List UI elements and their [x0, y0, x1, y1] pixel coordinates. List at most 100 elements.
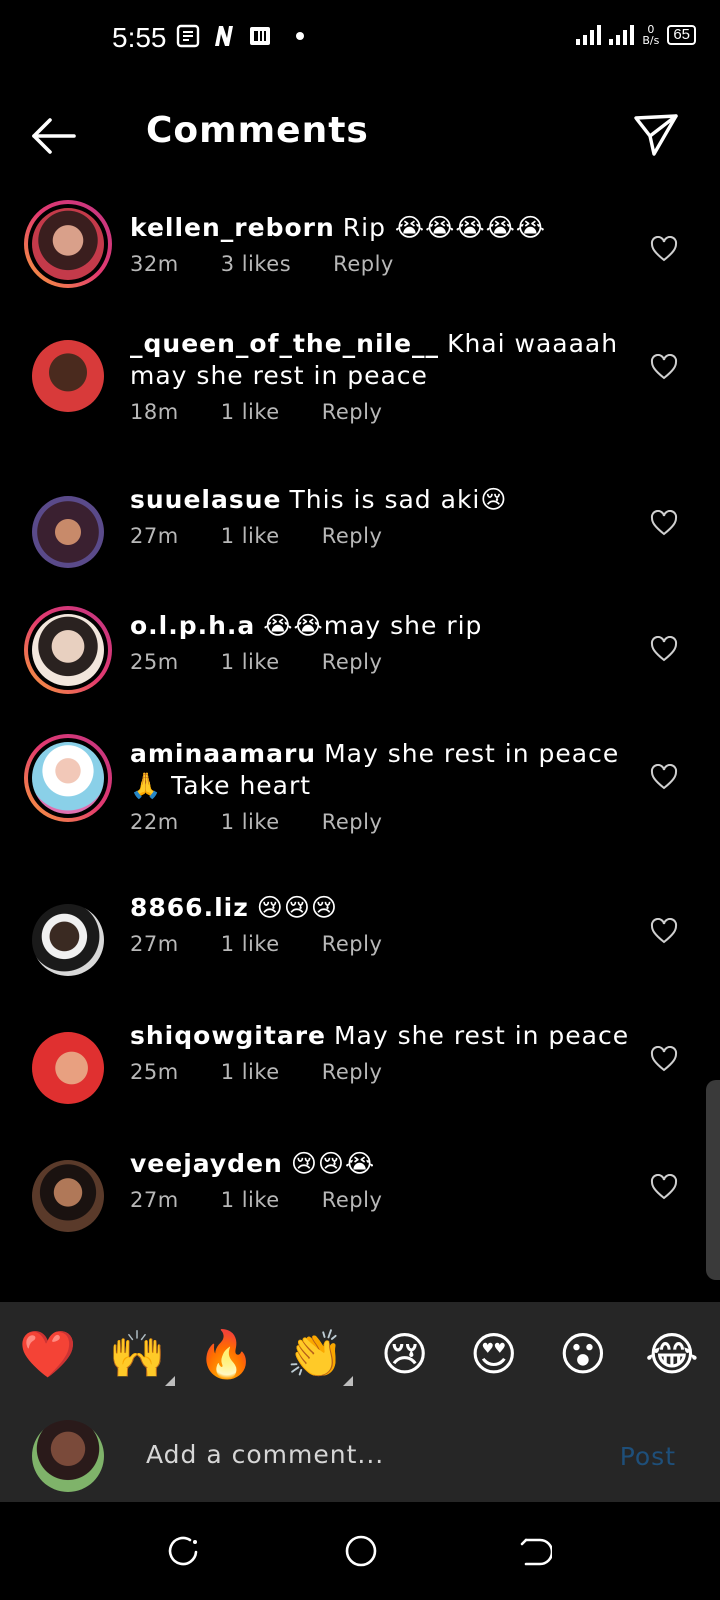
avatar — [32, 496, 104, 568]
reply-button[interactable]: Reply — [322, 810, 383, 834]
comment-username[interactable]: suuelasue — [130, 485, 282, 514]
scrollbar-thumb[interactable] — [706, 1080, 720, 1280]
avatar — [32, 208, 104, 280]
comment-likes[interactable]: 1 like — [221, 810, 280, 834]
comment-message: 😢😢😢 — [256, 893, 338, 922]
avatar — [32, 742, 104, 814]
heart-icon[interactable] — [650, 1046, 678, 1072]
comment-time: 22m — [130, 810, 179, 834]
comment-meta: 25m 1 like Reply — [130, 1060, 630, 1084]
comment-message: Rip 😭😭😭😭😭 — [342, 213, 546, 242]
heart-icon[interactable] — [650, 354, 678, 380]
avatar-wrapper[interactable] — [24, 332, 112, 420]
comment-meta: 22m 1 like Reply — [130, 810, 630, 834]
signal-icon — [576, 25, 602, 45]
heart-icon[interactable] — [650, 636, 678, 662]
notification-dot-icon — [296, 32, 304, 40]
avatar-wrapper[interactable] — [24, 1024, 112, 1112]
comment-text: shiqowgitare May she rest in peace — [130, 1020, 630, 1052]
comment-time: 25m — [130, 650, 179, 674]
avatar — [32, 904, 104, 976]
send-icon[interactable] — [632, 110, 680, 158]
emoji-crying-button[interactable]: 😢 — [373, 1322, 437, 1386]
comment-likes[interactable]: 1 like — [221, 650, 280, 674]
comment-text: aminaamaru May she rest in peace 🙏 Take h… — [130, 738, 630, 802]
status-bar: 5:55 0 B/s 65 — [0, 0, 720, 80]
heart-icon[interactable] — [650, 236, 678, 262]
reply-button[interactable]: Reply — [322, 650, 383, 674]
reply-button[interactable]: Reply — [333, 252, 394, 276]
header: Comments — [0, 100, 720, 172]
avatar — [32, 1160, 104, 1232]
home-icon[interactable] — [344, 1534, 378, 1568]
notes-icon — [176, 24, 200, 48]
comment-likes[interactable]: 1 like — [221, 1060, 280, 1084]
comment-username[interactable]: 8866.liz — [130, 893, 249, 922]
skin-tone-indicator-icon — [343, 1376, 354, 1386]
heart-icon[interactable] — [650, 1174, 678, 1200]
comment-likes[interactable]: 1 like — [221, 524, 280, 548]
comment-username[interactable]: veejayden — [130, 1149, 283, 1178]
arrow-left-icon[interactable] — [30, 114, 78, 158]
comment-message: 😭😭may she rip — [263, 611, 483, 640]
comment-likes[interactable]: 1 like — [221, 1188, 280, 1212]
composer-panel: ❤️ 🙌 🔥 👏 😢 😍 😮 😂 Add a comment... Post — [0, 1302, 720, 1502]
comment-username[interactable]: shiqowgitare — [130, 1021, 326, 1050]
system-nav-bar — [0, 1502, 720, 1600]
emoji-surprised-button[interactable]: 😮 — [551, 1322, 615, 1386]
comment-time: 32m — [130, 252, 179, 276]
pdf-app-icon — [250, 27, 270, 45]
heart-icon[interactable] — [650, 764, 678, 790]
comment-likes[interactable]: 1 like — [221, 932, 280, 956]
heart-icon[interactable] — [650, 510, 678, 536]
status-notification-icons — [176, 24, 304, 48]
emoji-clap: 👏 — [286, 1327, 345, 1381]
story-ring[interactable] — [24, 606, 112, 694]
emoji-laughing-button[interactable]: 😂 — [640, 1322, 704, 1386]
back-icon[interactable] — [520, 1536, 552, 1568]
comment-text: o.l.p.h.a 😭😭may she rip — [130, 610, 630, 642]
avatar-wrapper[interactable] — [24, 896, 112, 984]
reply-button[interactable]: Reply — [322, 1188, 383, 1212]
emoji-heart-button[interactable]: ❤️ — [16, 1322, 80, 1386]
heart-icon[interactable] — [650, 918, 678, 944]
avatar — [32, 340, 104, 412]
reply-button[interactable]: Reply — [322, 932, 383, 956]
reply-button[interactable]: Reply — [322, 1060, 383, 1084]
network-speed-unit: B/s — [642, 34, 660, 47]
emoji-raised-hands-button[interactable]: 🙌 — [105, 1322, 176, 1386]
reply-button[interactable]: Reply — [322, 400, 383, 424]
network-speed: 0 B/s — [642, 24, 659, 46]
comment-likes[interactable]: 3 likes — [221, 252, 291, 276]
reply-button[interactable]: Reply — [322, 524, 383, 548]
emoji-fire-button[interactable]: 🔥 — [194, 1322, 258, 1386]
comment-likes[interactable]: 1 like — [221, 400, 280, 424]
avatar — [32, 1032, 104, 1104]
signal-icon — [609, 25, 635, 45]
status-time: 5:55 — [112, 22, 167, 53]
comment-username[interactable]: kellen_reborn — [130, 213, 335, 242]
comment-meta: 27m 1 like Reply — [130, 932, 630, 956]
comment-time: 25m — [130, 1060, 179, 1084]
netflix-icon — [215, 26, 233, 46]
avatar-wrapper[interactable] — [24, 488, 112, 576]
comment-username[interactable]: aminaamaru — [130, 739, 316, 768]
comment-username[interactable]: o.l.p.h.a — [130, 611, 255, 640]
comment-text: _queen_of_the_nile__ Khai waaaah may she … — [130, 328, 630, 392]
emoji-bar: ❤️ 🙌 🔥 👏 😢 😍 😮 😂 — [0, 1322, 720, 1386]
comment-meta: 27m 1 like Reply — [130, 524, 630, 548]
comment-message: This is sad aki😢 — [289, 485, 508, 514]
recents-icon[interactable] — [168, 1536, 200, 1568]
story-ring[interactable] — [24, 734, 112, 822]
post-button[interactable]: Post — [620, 1442, 676, 1471]
comments-list[interactable]: kellen_reborn Rip 😭😭😭😭😭 32m 3 likes Reply… — [0, 190, 720, 1300]
comment-input[interactable]: Add a comment... — [146, 1440, 384, 1469]
comment-username[interactable]: _queen_of_the_nile__ — [130, 329, 439, 358]
emoji-clap-button[interactable]: 👏 — [283, 1322, 354, 1386]
avatar-wrapper[interactable] — [24, 1152, 112, 1240]
comment-time: 18m — [130, 400, 179, 424]
emoji-heart-eyes-button[interactable]: 😍 — [462, 1322, 526, 1386]
comment-text: kellen_reborn Rip 😭😭😭😭😭 — [130, 212, 630, 244]
story-ring[interactable] — [24, 200, 112, 288]
status-system-icons: 0 B/s 65 — [576, 24, 696, 46]
